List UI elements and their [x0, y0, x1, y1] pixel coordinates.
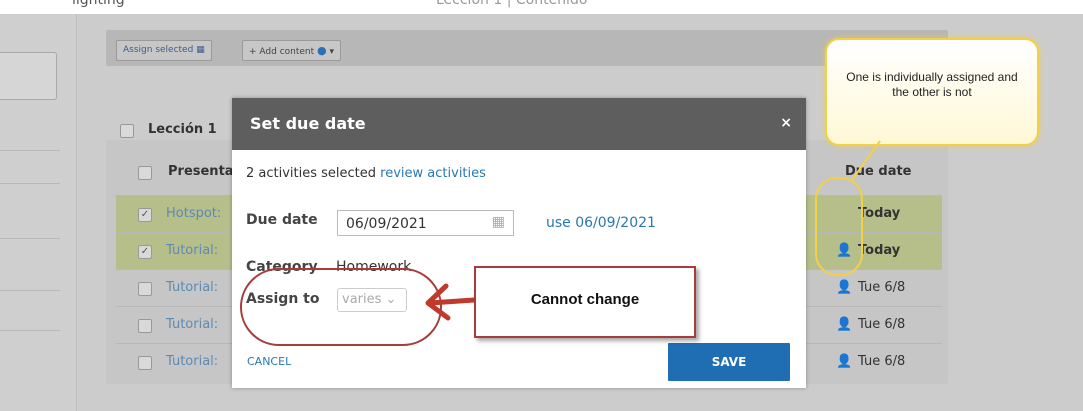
annotation-pointer-line: [851, 140, 881, 181]
annotation-yellow-oval: [815, 177, 863, 276]
